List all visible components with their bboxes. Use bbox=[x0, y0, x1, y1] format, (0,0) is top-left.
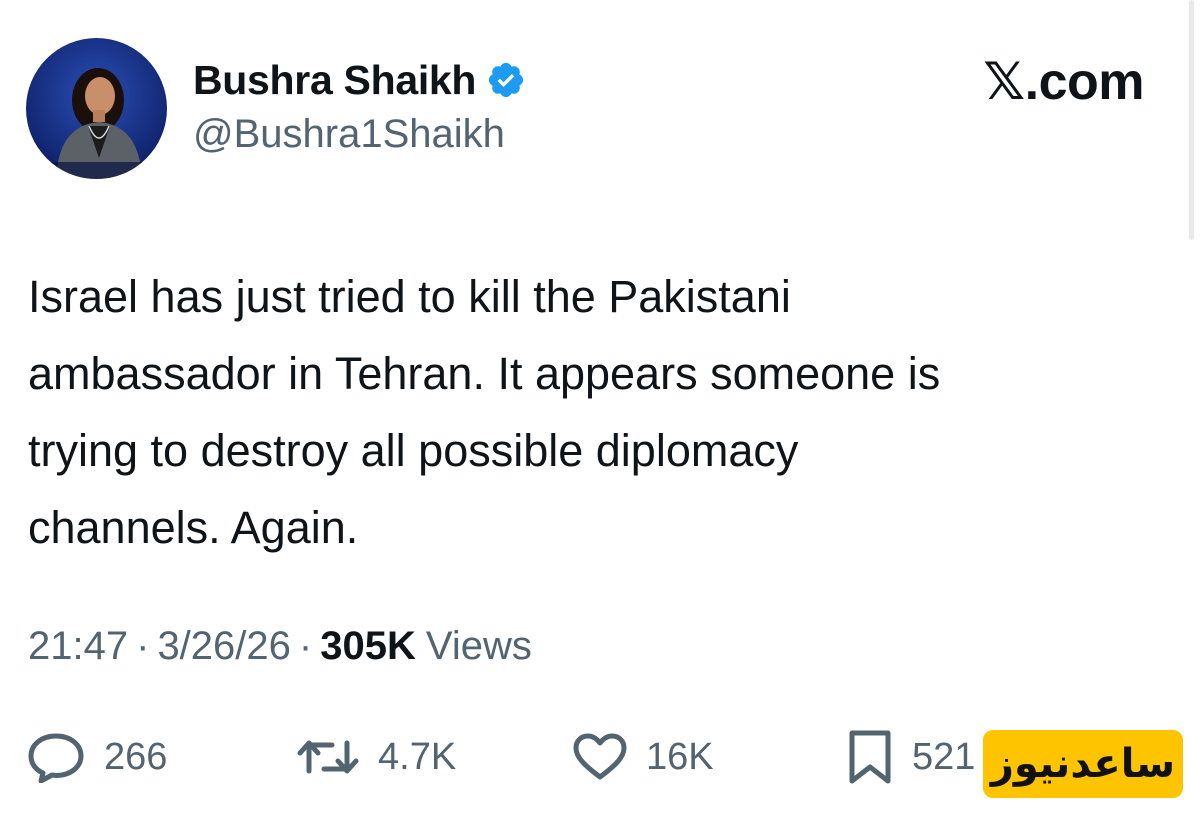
tweet-text-line: Israel has just tried to kill the Pakist… bbox=[28, 271, 791, 322]
scrollbar[interactable] bbox=[1189, 0, 1194, 240]
views-count[interactable]: 305K bbox=[320, 624, 416, 669]
avatar-image bbox=[26, 38, 167, 179]
tweet-text-line: ambassador in Tehran. It appears someone… bbox=[28, 348, 941, 399]
tweet-time[interactable]: 21:47 bbox=[28, 624, 128, 669]
tweet-text-line: channels. Again. bbox=[28, 502, 359, 553]
like-count: 16K bbox=[646, 735, 714, 778]
author-name-row: Bushra Shaikh bbox=[193, 52, 526, 108]
avatar[interactable] bbox=[26, 38, 167, 179]
author-display-name[interactable]: Bushra Shaikh bbox=[193, 57, 476, 104]
repost-count: 4.7K bbox=[378, 735, 457, 778]
bookmark-count: 521 bbox=[912, 735, 976, 778]
tweet-date[interactable]: 3/26/26 bbox=[157, 624, 290, 669]
repost-icon bbox=[297, 740, 359, 774]
reply-button[interactable]: 266 bbox=[26, 722, 167, 792]
meta-separator: · bbox=[136, 624, 150, 668]
meta-separator: · bbox=[298, 624, 313, 668]
tweet-text-line: trying to destroy all possible diplomacy bbox=[28, 425, 799, 476]
repost-button[interactable]: 4.7K bbox=[296, 722, 456, 792]
tweet-text: Israel has just tried to kill the Pakist… bbox=[28, 258, 1148, 566]
author-handle[interactable]: @Bushra1Shaikh bbox=[193, 112, 505, 157]
heart-icon bbox=[573, 733, 627, 780]
like-button[interactable]: 16K bbox=[572, 722, 714, 792]
tweet-meta: 21:47 · 3/26/26 · 305K Views bbox=[28, 624, 532, 669]
bookmark-icon bbox=[849, 730, 891, 784]
reply-count: 266 bbox=[104, 735, 168, 778]
site-brand-logo: 𝕏.com bbox=[983, 53, 1144, 111]
watermark-logo: ساعدنیوز bbox=[983, 730, 1183, 798]
reply-icon bbox=[28, 733, 84, 783]
views-label: Views bbox=[425, 624, 532, 668]
verified-badge-icon bbox=[486, 60, 526, 100]
bookmark-button[interactable]: 521 bbox=[846, 722, 975, 792]
